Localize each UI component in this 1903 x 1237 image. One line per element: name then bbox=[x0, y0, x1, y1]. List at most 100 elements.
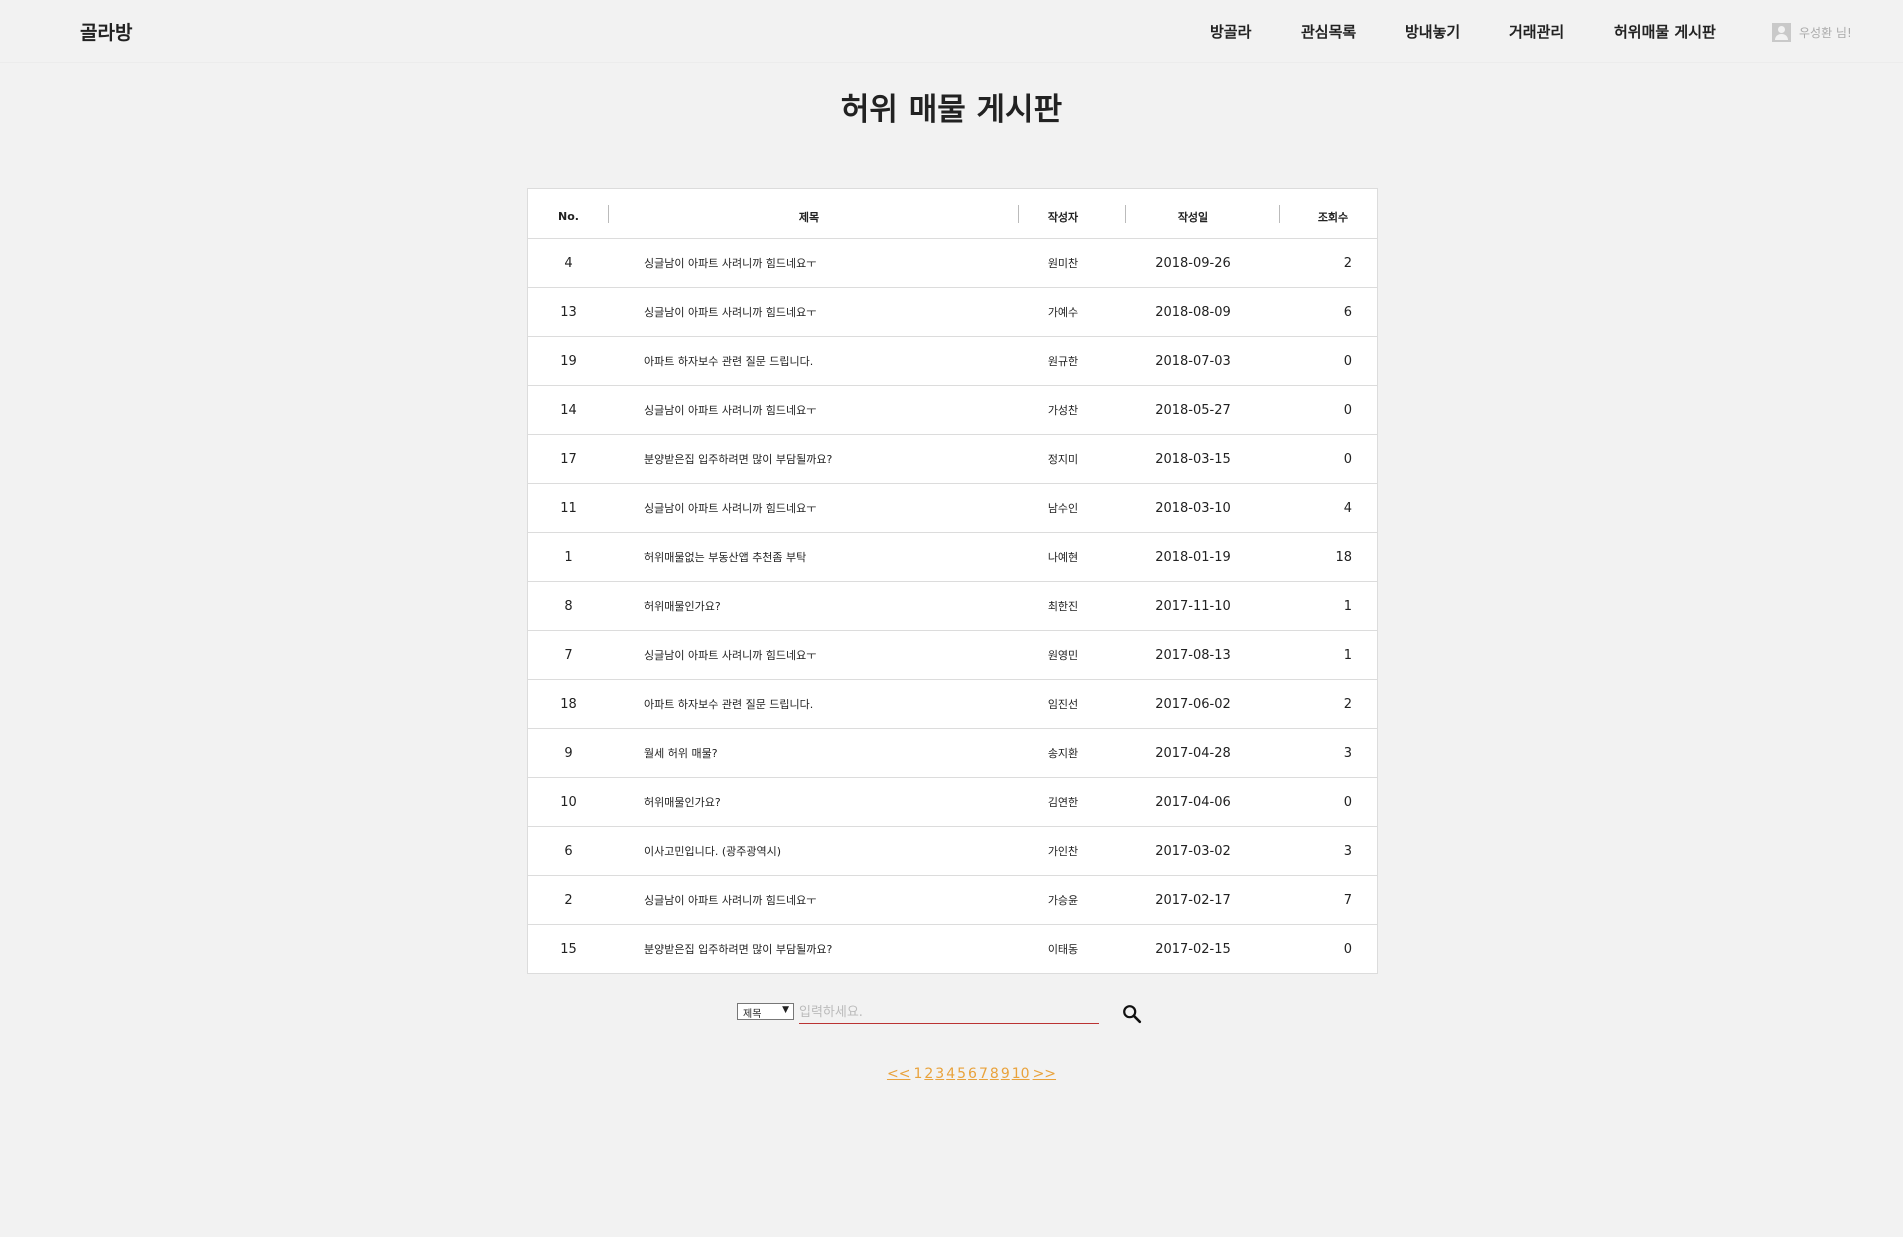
pagination-page-8[interactable]: 8 bbox=[990, 1066, 999, 1082]
table-row[interactable]: 10 허위매물인가요? 김연한 2017-04-06 0 bbox=[528, 777, 1377, 826]
row-views: 4 bbox=[1343, 500, 1352, 516]
pagination-page-7[interactable]: 7 bbox=[979, 1066, 988, 1082]
row-author: 남수인 bbox=[1047, 502, 1079, 515]
row-no: 6 bbox=[564, 843, 573, 859]
table-row[interactable]: 15 분양받은집 입주하려면 많이 부담될까요? 이태동 2017-02-15 0 bbox=[528, 924, 1377, 973]
row-title-link[interactable]: 월세 허위 매물? bbox=[609, 745, 1009, 761]
pagination-prev[interactable]: << bbox=[887, 1066, 910, 1082]
table-row[interactable]: 1 허위매물없는 부동산앱 추천좀 부탁 나예현 2018-01-19 18 bbox=[528, 532, 1377, 581]
row-date: 2017-02-17 bbox=[1155, 892, 1231, 908]
table-row[interactable]: 6 이사고민입니다. (광주광역시) 가인찬 2017-03-02 3 bbox=[528, 826, 1377, 875]
column-divider bbox=[608, 205, 609, 223]
table-row[interactable]: 18 아파트 하자보수 관련 질문 드립니다. 임진선 2017-06-02 2 bbox=[528, 679, 1377, 728]
pagination: << 1 2 3 4 5 6 7 8 9 10 >> bbox=[0, 1066, 1903, 1082]
row-author: 김연한 bbox=[1047, 796, 1079, 809]
row-title-link[interactable]: 아파트 하자보수 관련 질문 드립니다. bbox=[609, 353, 1009, 369]
row-no: 15 bbox=[560, 941, 577, 957]
row-no: 19 bbox=[560, 353, 577, 369]
board-table: No. 제목 작성자 작성일 조회수 4 싱글남이 아파트 사려니까 힘드네요ㅜ 원… bbox=[527, 188, 1378, 974]
column-header-author: 작성자 bbox=[1047, 210, 1079, 224]
row-title-link[interactable]: 싱글남이 아파트 사려니까 힘드네요ㅜ bbox=[609, 402, 1009, 418]
row-title-link[interactable]: 아파트 하자보수 관련 질문 드립니다. bbox=[609, 696, 1009, 712]
nav-item-transactions[interactable]: 거래관리 bbox=[1509, 21, 1564, 42]
row-no: 2 bbox=[564, 892, 573, 908]
row-author: 이태동 bbox=[1047, 943, 1079, 956]
row-author: 가예수 bbox=[1047, 306, 1079, 319]
row-date: 2018-05-27 bbox=[1155, 402, 1231, 418]
row-author: 최한진 bbox=[1047, 600, 1079, 613]
row-no: 10 bbox=[560, 794, 577, 810]
row-title-link[interactable]: 싱글남이 아파트 사려니까 힘드네요ㅜ bbox=[609, 255, 1009, 271]
table-row[interactable]: 19 아파트 하자보수 관련 질문 드립니다. 원규한 2018-07-03 0 bbox=[528, 336, 1377, 385]
column-header-title: 제목 bbox=[798, 210, 820, 224]
row-date: 2017-08-13 bbox=[1155, 647, 1231, 663]
row-title-link[interactable]: 허위매물인가요? bbox=[609, 794, 1009, 810]
search-bar: 제목 ▼ bbox=[737, 1000, 1147, 1030]
row-no: 17 bbox=[560, 451, 577, 467]
search-field-select[interactable]: 제목 ▼ bbox=[737, 1003, 794, 1020]
row-author: 가인찬 bbox=[1047, 845, 1079, 858]
nav-item-list-room[interactable]: 방내놓기 bbox=[1405, 21, 1460, 42]
table-row[interactable]: 7 싱글남이 아파트 사려니까 힘드네요ㅜ 원영민 2017-08-13 1 bbox=[528, 630, 1377, 679]
page-title: 허위 매물 게시판 bbox=[840, 92, 1063, 128]
nav-item-favorites[interactable]: 관심목록 bbox=[1301, 21, 1356, 42]
table-row[interactable]: 4 싱글남이 아파트 사려니까 힘드네요ㅜ 원미찬 2018-09-26 2 bbox=[528, 238, 1377, 287]
table-row[interactable]: 17 분양받은집 입주하려면 많이 부담될까요? 정지미 2018-03-15 0 bbox=[528, 434, 1377, 483]
row-title-link[interactable]: 싱글남이 아파트 사려니까 힘드네요ㅜ bbox=[609, 647, 1009, 663]
row-title-link[interactable]: 싱글남이 아파트 사려니까 힘드네요ㅜ bbox=[609, 892, 1009, 908]
user-menu[interactable]: 우성환 님! bbox=[1772, 21, 1852, 43]
table-row[interactable]: 11 싱글남이 아파트 사려니까 힘드네요ㅜ 남수인 2018-03-10 4 bbox=[528, 483, 1377, 532]
pagination-page-2[interactable]: 2 bbox=[924, 1066, 933, 1082]
column-header-date: 작성일 bbox=[1177, 210, 1209, 224]
row-no: 18 bbox=[560, 696, 577, 712]
row-date: 2017-11-10 bbox=[1155, 598, 1231, 614]
header: 골라방 방골라 관심목록 방내놓기 거래관리 허위매물 게시판 우성환 님! bbox=[0, 0, 1903, 63]
column-divider bbox=[1125, 205, 1126, 223]
pagination-page-6[interactable]: 6 bbox=[968, 1066, 977, 1082]
row-title-link[interactable]: 분양받은집 입주하려면 많이 부담될까요? bbox=[609, 941, 1009, 957]
row-views: 3 bbox=[1343, 843, 1352, 859]
table-row[interactable]: 8 허위매물인가요? 최한진 2017-11-10 1 bbox=[528, 581, 1377, 630]
row-title-link[interactable]: 싱글남이 아파트 사려니까 힘드네요ㅜ bbox=[609, 500, 1009, 516]
pagination-page-10[interactable]: 10 bbox=[1012, 1066, 1030, 1082]
table-header: No. 제목 작성자 작성일 조회수 bbox=[528, 189, 1377, 238]
row-title-link[interactable]: 허위매물인가요? bbox=[609, 598, 1009, 614]
nav-item-fake-listing-board[interactable]: 허위매물 게시판 bbox=[1614, 21, 1716, 42]
row-date: 2018-01-19 bbox=[1155, 549, 1231, 565]
row-date: 2018-03-10 bbox=[1155, 500, 1231, 516]
pagination-page-5[interactable]: 5 bbox=[957, 1066, 966, 1082]
row-date: 2018-08-09 bbox=[1155, 304, 1231, 320]
row-title-link[interactable]: 이사고민입니다. (광주광역시) bbox=[609, 843, 1009, 859]
pagination-page-9[interactable]: 9 bbox=[1001, 1066, 1010, 1082]
search-input[interactable] bbox=[799, 1002, 1099, 1024]
row-author: 송지환 bbox=[1047, 747, 1079, 760]
search-icon[interactable] bbox=[1121, 1003, 1143, 1025]
row-date: 2018-03-15 bbox=[1155, 451, 1231, 467]
table-row[interactable]: 14 싱글남이 아파트 사려니까 힘드네요ㅜ 가성찬 2018-05-27 0 bbox=[528, 385, 1377, 434]
row-author: 임진선 bbox=[1047, 698, 1079, 711]
pagination-page-1[interactable]: 1 bbox=[913, 1066, 922, 1082]
row-views: 2 bbox=[1343, 255, 1352, 271]
row-title-link[interactable]: 싱글남이 아파트 사려니까 힘드네요ㅜ bbox=[609, 304, 1009, 320]
row-date: 2017-06-02 bbox=[1155, 696, 1231, 712]
row-date: 2018-07-03 bbox=[1155, 353, 1231, 369]
pagination-next[interactable]: >> bbox=[1033, 1066, 1056, 1082]
pagination-page-4[interactable]: 4 bbox=[946, 1066, 955, 1082]
row-author: 원영민 bbox=[1047, 649, 1079, 662]
row-title-link[interactable]: 분양받은집 입주하려면 많이 부담될까요? bbox=[609, 451, 1009, 467]
row-date: 2018-09-26 bbox=[1155, 255, 1231, 271]
table-row[interactable]: 9 월세 허위 매물? 송지환 2017-04-28 3 bbox=[528, 728, 1377, 777]
table-row[interactable]: 13 싱글남이 아파트 사려니까 힘드네요ㅜ 가예수 2018-08-09 6 bbox=[528, 287, 1377, 336]
row-no: 9 bbox=[564, 745, 573, 761]
column-divider bbox=[1018, 205, 1019, 223]
pagination-page-3[interactable]: 3 bbox=[935, 1066, 944, 1082]
table-body: 4 싱글남이 아파트 사려니까 힘드네요ㅜ 원미찬 2018-09-26 2 13 싱글남이… bbox=[528, 238, 1377, 973]
nav-item-find-room[interactable]: 방골라 bbox=[1210, 21, 1251, 42]
row-views: 0 bbox=[1343, 353, 1352, 369]
column-header-no: No. bbox=[558, 210, 579, 223]
row-no: 7 bbox=[564, 647, 573, 663]
row-views: 0 bbox=[1343, 941, 1352, 957]
table-row[interactable]: 2 싱글남이 아파트 사려니까 힘드네요ㅜ 가승윤 2017-02-17 7 bbox=[528, 875, 1377, 924]
row-title-link[interactable]: 허위매물없는 부동산앱 추천좀 부탁 bbox=[609, 549, 1009, 565]
row-views: 2 bbox=[1343, 696, 1352, 712]
